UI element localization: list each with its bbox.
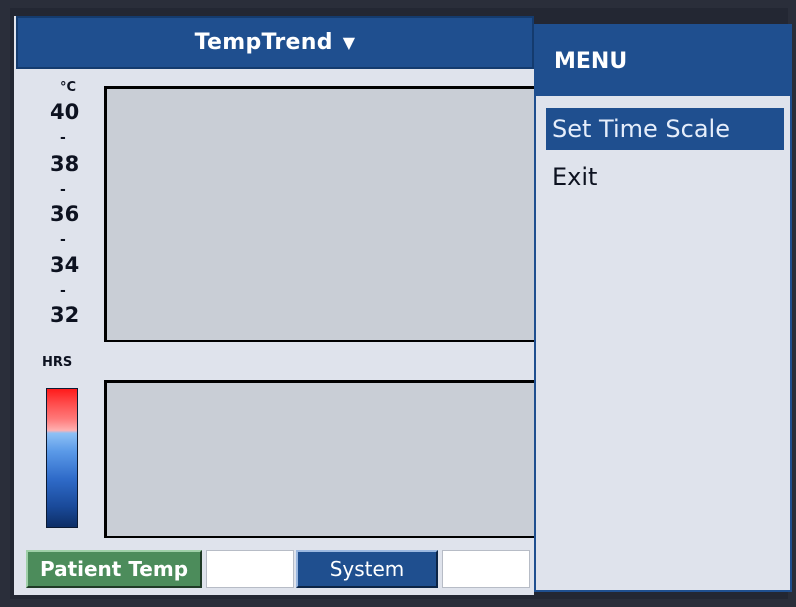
axis-tick: 38 (50, 152, 80, 176)
axis-tick: 36 (50, 202, 80, 226)
axis-tick: 32 (50, 303, 80, 327)
temperature-trend-chart (104, 86, 534, 342)
menu-panel: MENU Set Time Scale Exit (534, 24, 792, 592)
axis-unit: °C (60, 80, 77, 95)
patient-temp-button[interactable]: Patient Temp (26, 550, 202, 588)
menu-item-exit[interactable]: Exit (546, 156, 784, 198)
menu-header: MENU (536, 26, 790, 96)
axis-tick: 34 (50, 253, 80, 277)
axis-dash: - (60, 232, 66, 248)
hours-trend-chart (104, 380, 534, 538)
color-scale-bar (46, 388, 78, 528)
triangle-down-icon: ▼ (342, 33, 356, 52)
page-title: TempTrend (194, 30, 333, 55)
axis-dash: - (60, 130, 66, 146)
menu-item-set-time-scale[interactable]: Set Time Scale (546, 108, 784, 150)
hrs-label: HRS (42, 355, 73, 370)
blank-softkey[interactable] (206, 550, 294, 588)
trend-title-dropdown[interactable]: TempTrend ▼ (16, 16, 534, 69)
system-button[interactable]: System (296, 550, 438, 588)
axis-tick: 40 (50, 100, 80, 124)
blank-softkey[interactable] (442, 550, 530, 588)
axis-dash: - (60, 283, 66, 299)
axis-dash: - (60, 182, 66, 198)
